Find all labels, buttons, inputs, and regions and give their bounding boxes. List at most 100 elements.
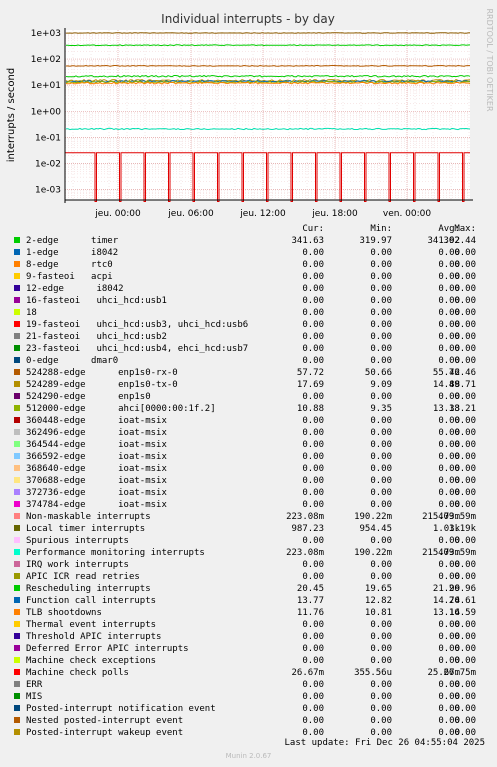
legend-max: 1.19k xyxy=(448,524,476,534)
legend-max: 0.00 xyxy=(454,260,476,270)
x-tick-label: jeu. 18:00 xyxy=(311,209,358,219)
legend-cur: 0.00 xyxy=(302,248,324,258)
legend-row: Thermal event interrupts 0.00 0.00 0.00 0.00 xyxy=(12,619,488,631)
y-tick-label: 1e-03 xyxy=(35,186,61,196)
legend-label: Nested posted-interrupt event xyxy=(26,716,184,726)
legend-label: 18 xyxy=(26,308,37,318)
legend-swatch xyxy=(14,621,20,627)
chart-title: Individual interrupts - by day xyxy=(161,12,335,26)
legend-min: 9.09 xyxy=(370,380,392,390)
legend-label: 366592-edge ioat-msix xyxy=(26,452,167,462)
legend-swatch xyxy=(14,381,20,387)
legend-min: 0.00 xyxy=(370,560,392,570)
legend-label: 362496-edge ioat-msix xyxy=(26,428,167,438)
legend-max: 0.00 xyxy=(454,536,476,546)
legend-cur: 0.00 xyxy=(302,644,324,654)
legend-cur: 0.00 xyxy=(302,632,324,642)
legend-swatch xyxy=(14,393,20,399)
legend-min: 319.97 xyxy=(359,236,392,246)
legend-label: Non-maskable interrupts xyxy=(26,512,151,522)
local-timer-line xyxy=(66,32,471,34)
legend-cur: 0.00 xyxy=(302,476,324,486)
legend-swatch xyxy=(14,633,20,639)
legend-label: 512000-edge ahci[0000:00:1f.2] xyxy=(26,404,216,414)
legend-swatch xyxy=(14,681,20,687)
legend-row: Deferred Error APIC interrupts 0.00 0.00 0.… xyxy=(12,643,488,655)
legend-cur: 0.00 xyxy=(302,320,324,330)
legend-cur: 223.08m xyxy=(286,548,324,558)
legend-swatch xyxy=(14,417,20,423)
legend-row: MIS 0.00 0.00 0.00 0.00 xyxy=(12,691,488,703)
legend-min: 0.00 xyxy=(370,332,392,342)
legend-cur: 0.00 xyxy=(302,572,324,582)
legend-label: ERR xyxy=(26,680,43,690)
legend-label: 2-edge timer xyxy=(26,236,119,246)
chart: 1e+03 1e+02 1e+01 1e+00 1e-01 1e-02 1e-03 jeu.… xyxy=(6,8,494,219)
legend-max: 0.00 xyxy=(454,356,476,366)
legend-cur: 0.00 xyxy=(302,500,324,510)
legend-row: 9-fasteoi acpi 0.00 0.00 0.00 0.00 xyxy=(12,271,488,283)
legend-min: 0.00 xyxy=(370,716,392,726)
legend-max: 0.00 xyxy=(454,500,476,510)
legend-label: APIC ICR read retries xyxy=(26,572,140,582)
legend-swatch xyxy=(14,729,20,735)
legend-max: 18.21 xyxy=(448,404,476,414)
legend-min: 0.00 xyxy=(370,536,392,546)
legend-swatch xyxy=(14,309,20,315)
munin-version: Munin 2.0.67 xyxy=(225,752,272,760)
legend-row: Spurious interrupts 0.00 0.00 0.00 0.00 xyxy=(12,535,488,547)
legend-max: 0.00 xyxy=(454,680,476,690)
legend-max: 20.61 xyxy=(448,596,476,606)
legend-swatch xyxy=(14,669,20,675)
legend-max: 0.00 xyxy=(454,572,476,582)
legend-swatch xyxy=(14,429,20,435)
legend-row: IRQ work interrupts 0.00 0.00 0.00 0.00 xyxy=(12,559,488,571)
x-tick-labels: jeu. 00:00 jeu. 06:00 jeu. 12:00 jeu. 18:00… xyxy=(94,209,431,219)
legend-swatch xyxy=(14,345,20,351)
legend-cur: 0.00 xyxy=(302,332,324,342)
legend-min: 0.00 xyxy=(370,320,392,330)
legend-row: 366592-edge ioat-msix 0.00 0.00 0.00 0.00 xyxy=(12,451,488,463)
y-tick-label: 1e+00 xyxy=(31,107,62,117)
legend-max: 0.00 xyxy=(454,416,476,426)
legend-max: 0.00 xyxy=(454,476,476,486)
legend-row: Posted-interrupt notification event 0.00 0… xyxy=(12,703,488,715)
legend-max: 0.00 xyxy=(454,344,476,354)
legend-swatch xyxy=(14,705,20,711)
legend-swatch xyxy=(14,369,20,375)
legend-label: 360448-edge ioat-msix xyxy=(26,416,167,426)
legend-max: 76.46 xyxy=(448,368,476,378)
legend-label: 372736-edge ioat-msix xyxy=(26,488,167,498)
legend-row: Performance monitoring interrupts 223.08m… xyxy=(12,547,488,559)
legend-row: 8-edge rtc0 0.00 0.00 0.00 0.00 xyxy=(12,259,488,271)
y-tick-labels: 1e+03 1e+02 1e+01 1e+00 1e-01 1e-02 1e-03 xyxy=(31,29,62,196)
legend-min: 50.66 xyxy=(364,368,392,378)
y-tick-label: 1e+02 xyxy=(31,55,61,65)
legend-label: 0-edge dmar0 xyxy=(26,356,119,366)
legend-min: 0.00 xyxy=(370,692,392,702)
legend-swatch xyxy=(14,549,20,555)
legend-max: 0.00 xyxy=(454,560,476,570)
legend-row: Local timer interrupts 987.23 954.45 1.03k 1… xyxy=(12,523,488,535)
legend-label: Threshold APIC interrupts xyxy=(26,632,162,642)
legend-min: 0.00 xyxy=(370,308,392,318)
legend-label: 1-edge i8042 xyxy=(26,248,119,258)
y-tick-label: 1e-01 xyxy=(35,133,61,143)
legend-max: 0.00 xyxy=(454,692,476,702)
legend-row: 374784-edge ioat-msix 0.00 0.00 0.00 0.00 xyxy=(12,499,488,511)
legend-swatch xyxy=(14,717,20,723)
legend-swatch xyxy=(14,477,20,483)
legend-min: 10.81 xyxy=(364,608,392,618)
legend-label: 16-fasteoi uhci_hcd:usb1 xyxy=(26,296,167,306)
legend-min: 190.22m xyxy=(354,512,392,522)
legend-cur: 0.00 xyxy=(302,452,324,462)
legend-min: 0.00 xyxy=(370,416,392,426)
legend-label: TLB shootdowns xyxy=(26,608,102,618)
legend-min: 0.00 xyxy=(370,488,392,498)
legend-swatch xyxy=(14,237,20,243)
legend-max: 26.96 xyxy=(448,584,476,594)
legend-max: 0.00 xyxy=(454,308,476,318)
legend-min: 0.00 xyxy=(370,440,392,450)
legend-row: 362496-edge ioat-msix 0.00 0.00 0.00 0.00 xyxy=(12,427,488,439)
legend-swatch xyxy=(14,585,20,591)
